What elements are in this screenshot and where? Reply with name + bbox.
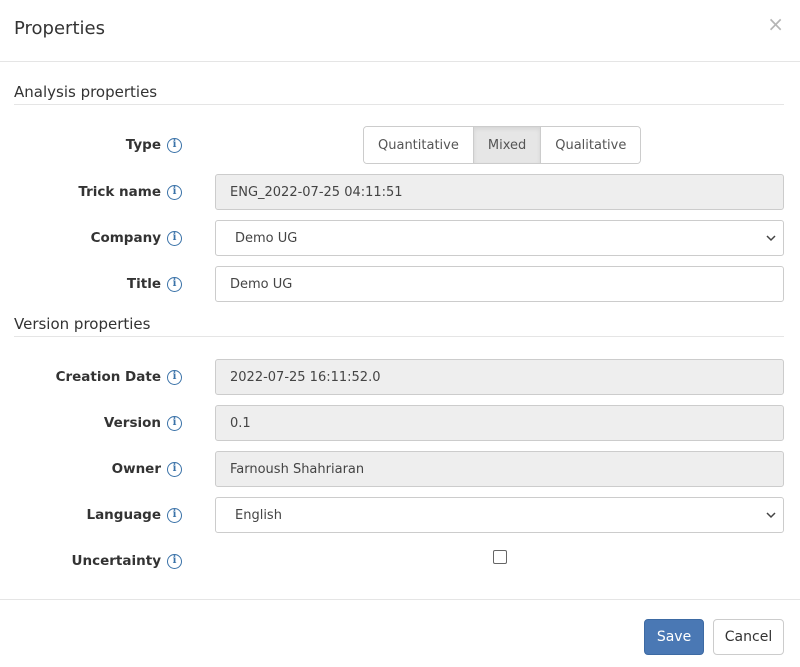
- info-icon[interactable]: i: [167, 369, 182, 385]
- info-icon[interactable]: i: [167, 230, 182, 246]
- info-icon[interactable]: i: [167, 461, 182, 477]
- info-icon[interactable]: i: [167, 276, 182, 292]
- company-label-text: Company: [90, 230, 161, 246]
- owner-value: Farnoush Shahriaran: [230, 461, 365, 477]
- info-icon[interactable]: i: [167, 415, 182, 431]
- creation-date-field[interactable]: 2022-07-25 16:11:52.0: [215, 359, 784, 395]
- language-label: Language i: [86, 497, 182, 533]
- type-label: Type i: [126, 127, 182, 163]
- title-label-text: Title: [126, 276, 161, 292]
- cancel-button[interactable]: Cancel: [713, 619, 784, 655]
- owner-label-text: Owner: [111, 461, 161, 477]
- creation-date-value: 2022-07-25 16:11:52.0: [230, 369, 381, 385]
- creation-date-label-text: Creation Date: [55, 369, 161, 385]
- dialog-header: Properties ×: [0, 0, 800, 62]
- version-label-text: Version: [103, 415, 161, 431]
- company-value: Demo UG: [235, 230, 298, 246]
- title-value: Demo UG: [230, 276, 293, 292]
- info-icon[interactable]: i: [167, 507, 182, 523]
- language-value: English: [235, 507, 282, 523]
- uncertainty-label: Uncertainty i: [72, 543, 182, 579]
- company-select[interactable]: Demo UG: [215, 220, 784, 256]
- title-input[interactable]: Demo UG: [215, 266, 784, 302]
- info-icon[interactable]: i: [167, 553, 182, 569]
- title-label: Title i: [127, 266, 182, 302]
- language-label-text: Language: [86, 507, 161, 523]
- chevron-down-icon: [766, 235, 776, 242]
- trick-name-label: Trick name i: [78, 174, 182, 210]
- owner-label: Owner i: [112, 451, 182, 487]
- owner-field[interactable]: Farnoush Shahriaran: [215, 451, 784, 487]
- creation-date-label: Creation Date i: [56, 359, 182, 395]
- trick-name-label-text: Trick name: [78, 184, 161, 200]
- type-label-text: Type: [125, 137, 161, 153]
- dialog-title: Properties: [14, 18, 105, 39]
- save-button[interactable]: Save: [644, 619, 704, 655]
- chevron-down-icon: [766, 512, 776, 519]
- company-label: Company i: [91, 220, 182, 256]
- trick-name-value: ENG_2022-07-25 04:11:51: [230, 184, 403, 200]
- version-value: 0.1: [230, 415, 251, 431]
- version-label: Version i: [104, 405, 182, 441]
- trick-name-field[interactable]: ENG_2022-07-25 04:11:51: [215, 174, 784, 210]
- close-icon[interactable]: ×: [767, 14, 784, 34]
- type-option-qualitative[interactable]: Qualitative: [540, 127, 641, 163]
- info-icon[interactable]: i: [167, 137, 182, 153]
- version-field[interactable]: 0.1: [215, 405, 784, 441]
- dialog-footer: Save Cancel: [0, 599, 800, 667]
- properties-dialog: Properties × Analysis properties Type i …: [0, 0, 800, 667]
- info-icon[interactable]: i: [167, 184, 182, 200]
- section-title-analysis: Analysis properties: [14, 83, 784, 105]
- type-segmented-control: Quantitative Mixed Qualitative: [363, 126, 642, 164]
- uncertainty-label-text: Uncertainty: [71, 553, 161, 569]
- section-title-version: Version properties: [14, 315, 784, 337]
- language-select[interactable]: English: [215, 497, 784, 533]
- type-option-mixed[interactable]: Mixed: [472, 127, 541, 163]
- type-option-quantitative[interactable]: Quantitative: [364, 127, 473, 163]
- uncertainty-checkbox[interactable]: [493, 550, 507, 564]
